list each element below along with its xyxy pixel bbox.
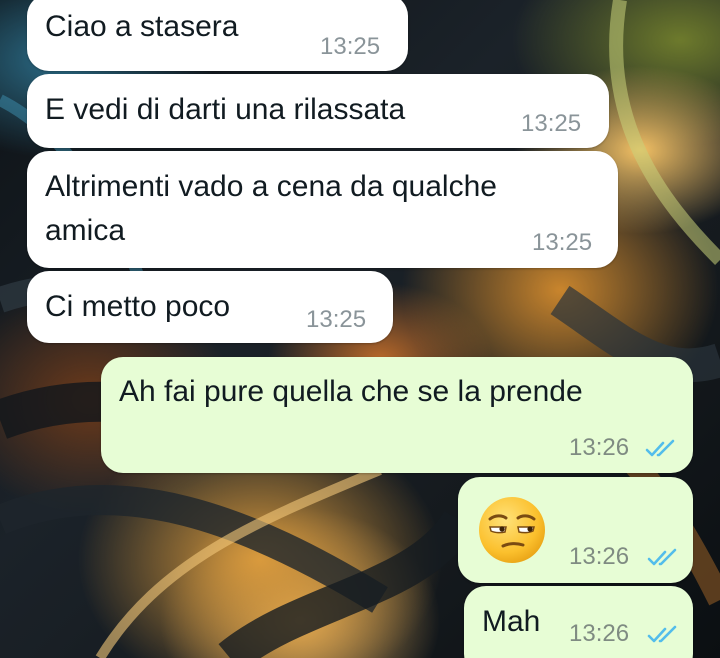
outgoing-message[interactable]: 13:26 <box>458 477 693 583</box>
message-text: Ciao a stasera <box>45 10 239 43</box>
double-check-read-icon <box>645 439 675 457</box>
message-text: Ah fai pure quella che se la prende <box>119 375 583 408</box>
message-text-line-2: amica <box>45 214 126 247</box>
message-timestamp: 13:26 <box>569 543 630 570</box>
message-timestamp: 13:25 <box>532 229 593 256</box>
double-check-read-icon <box>647 548 677 566</box>
message-text: Mah <box>482 605 541 638</box>
double-check-read-icon <box>647 625 677 643</box>
outgoing-message[interactable]: Mah 13:26 <box>464 586 693 658</box>
message-timestamp: 13:25 <box>306 306 367 333</box>
incoming-message[interactable]: Altrimenti vado a cena da qualche amica … <box>27 151 618 268</box>
message-text: Ci metto poco <box>45 290 231 323</box>
outgoing-message[interactable]: Ah fai pure quella che se la prende 13:2… <box>101 357 693 473</box>
message-timestamp: 13:26 <box>569 620 630 647</box>
incoming-message[interactable]: Ci metto poco 13:25 <box>27 271 393 343</box>
message-timestamp: 13:25 <box>521 110 582 137</box>
unamused-face-emoji <box>479 497 545 563</box>
message-text: E vedi di darti una rilassata <box>45 93 406 126</box>
message-timestamp: 13:26 <box>569 434 630 461</box>
incoming-message[interactable]: Ciao a stasera 13:25 <box>27 0 408 71</box>
incoming-message[interactable]: E vedi di darti una rilassata 13:25 <box>27 74 609 148</box>
message-timestamp: 13:25 <box>320 33 381 60</box>
message-text-line-1: Altrimenti vado a cena da qualche <box>45 170 497 203</box>
